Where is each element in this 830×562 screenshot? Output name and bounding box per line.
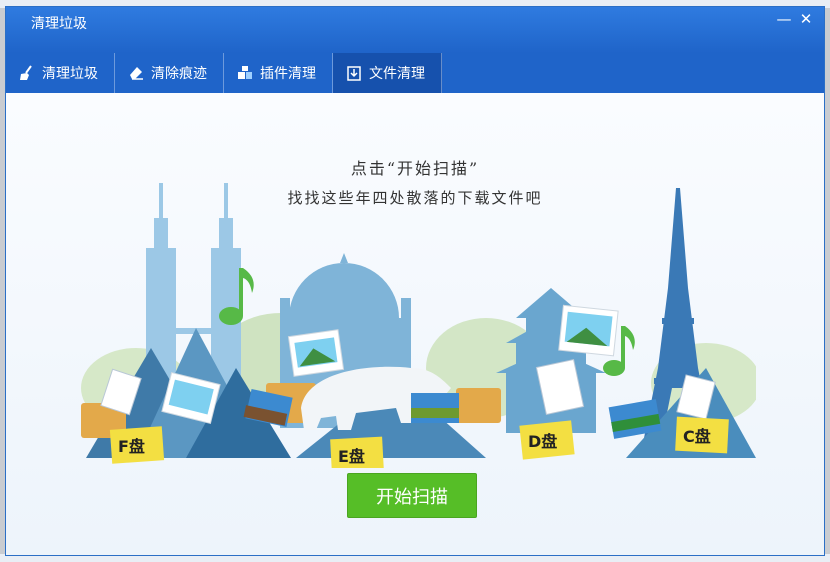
drive-card-d: D盘 <box>519 420 575 460</box>
close-button[interactable]: ✕ <box>796 9 816 29</box>
drive-label: D盘 <box>528 432 557 451</box>
title-bar[interactable]: 清理垃圾 — ✕ <box>6 7 824 53</box>
drive-card-e: E盘 <box>330 436 384 468</box>
broom-icon <box>18 64 36 82</box>
tab-label: 清除痕迹 <box>151 66 207 82</box>
tab-label: 清理垃圾 <box>42 66 98 82</box>
file-cleanup-panel: 点击“开始扫描” 找找这些年四处散落的下载文件吧 F盘 E盘 D盘 C盘 开始扫… <box>6 93 824 555</box>
drive-label: F盘 <box>118 437 145 456</box>
cleanup-window: 清理垃圾 — ✕ 清理垃圾 清除痕迹 插件清理 文件清理 点击“开始扫描” 找找… <box>5 6 825 556</box>
tab-clear-traces[interactable]: 清除痕迹 <box>115 53 224 93</box>
tab-bar: 清理垃圾 清除痕迹 插件清理 文件清理 <box>6 53 824 93</box>
start-scan-button[interactable]: 开始扫描 <box>347 473 477 518</box>
download-box-icon <box>345 64 363 82</box>
scene-illustration: F盘 E盘 D盘 C盘 <box>81 183 756 468</box>
minimize-button[interactable]: — <box>774 9 794 29</box>
window-title: 清理垃圾 <box>31 16 87 32</box>
drive-card-c: C盘 <box>675 416 729 454</box>
drive-card-f: F盘 <box>109 426 165 464</box>
tab-plugin-cleanup[interactable]: 插件清理 <box>224 53 333 93</box>
photo-icon <box>558 304 619 357</box>
folder-icon <box>456 388 501 423</box>
archive-icon <box>411 393 459 423</box>
tab-label: 插件清理 <box>260 66 316 82</box>
tab-label: 文件清理 <box>369 66 425 82</box>
tab-file-cleanup[interactable]: 文件清理 <box>333 53 442 93</box>
drive-label: C盘 <box>683 427 711 446</box>
drive-label: E盘 <box>338 447 365 466</box>
eraser-icon <box>127 64 145 82</box>
tab-clean-junk[interactable]: 清理垃圾 <box>6 53 115 93</box>
puzzle-icon <box>236 64 254 82</box>
photo-icon <box>287 329 345 377</box>
